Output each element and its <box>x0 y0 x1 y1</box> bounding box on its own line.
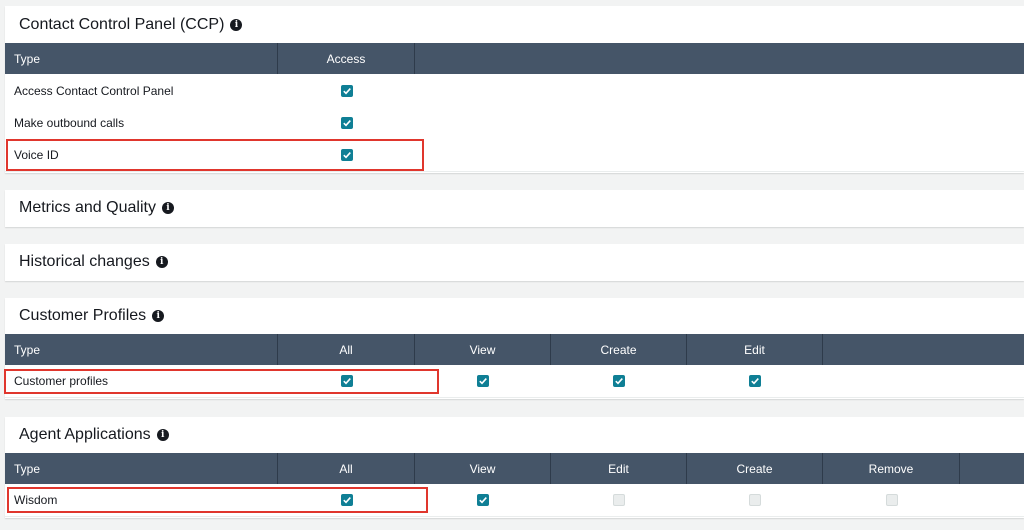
row-type-label: Customer profiles <box>14 374 109 388</box>
row-type-label: Make outbound calls <box>14 116 125 130</box>
access-cell <box>278 107 415 139</box>
create-checkbox[interactable] <box>613 375 625 387</box>
access-checkbox[interactable] <box>340 117 353 129</box>
ccp-title-text: Contact Control Panel (CCP) <box>19 16 225 33</box>
ccp-table-header: Type Access <box>5 43 1024 74</box>
agent-applications-panel: Agent Applications i Type All View Edit … <box>5 417 1024 518</box>
historical-title: Historical changes i <box>19 253 168 271</box>
col-header-view: View <box>415 453 551 484</box>
create-checkbox[interactable] <box>749 494 761 506</box>
table-row: Wisdom <box>5 484 1024 517</box>
col-header-edit: Edit <box>551 453 687 484</box>
col-header-type: Type <box>5 334 278 365</box>
all-cell <box>278 484 415 516</box>
metrics-title-text: Metrics and Quality <box>19 199 156 216</box>
ccp-title: Contact Control Panel (CCP) i <box>19 16 243 34</box>
info-icon[interactable]: i <box>155 256 168 268</box>
view-cell <box>415 484 551 516</box>
access-cell <box>278 75 415 107</box>
view-checkbox[interactable] <box>477 375 489 387</box>
col-header-type: Type <box>5 43 278 74</box>
remove-checkbox[interactable] <box>885 494 898 506</box>
info-icon[interactable]: i <box>152 310 165 322</box>
col-header-filler <box>823 334 1024 365</box>
col-header-all: All <box>278 453 415 484</box>
view-checkbox[interactable] <box>477 494 489 506</box>
all-checkbox[interactable] <box>340 494 353 506</box>
col-header-remove: Remove <box>823 453 960 484</box>
access-checkbox[interactable] <box>340 149 353 161</box>
customer-profiles-title-text: Customer Profiles <box>19 307 147 324</box>
create-cell <box>551 365 687 397</box>
table-row: Customer profiles <box>5 365 1024 398</box>
edit-cell <box>551 484 687 516</box>
row-type-label: Voice ID <box>14 148 59 162</box>
agent-applications-table-header: Type All View Edit Create Remove <box>5 453 1024 484</box>
col-header-edit: Edit <box>687 334 823 365</box>
access-checkbox[interactable] <box>340 85 353 97</box>
customer-profiles-title: Customer Profiles i <box>19 307 165 325</box>
all-cell <box>278 365 415 397</box>
info-icon[interactable]: i <box>156 429 169 441</box>
edit-checkbox[interactable] <box>749 375 761 387</box>
col-header-filler <box>960 453 1024 484</box>
agent-applications-title: Agent Applications i <box>19 426 169 444</box>
row-type-label: Access Contact Control Panel <box>14 84 174 98</box>
historical-panel: Historical changes i <box>5 244 1024 281</box>
customer-profiles-table-header: Type All View Create Edit <box>5 334 1024 365</box>
col-header-access: Access <box>278 43 415 74</box>
access-cell <box>278 139 415 171</box>
edit-checkbox[interactable] <box>613 494 625 506</box>
view-cell <box>415 365 551 397</box>
col-header-type: Type <box>5 453 278 484</box>
col-header-create: Create <box>687 453 823 484</box>
col-header-filler <box>415 43 1024 74</box>
metrics-title: Metrics and Quality i <box>19 199 174 217</box>
col-header-all: All <box>278 334 415 365</box>
edit-cell <box>687 365 823 397</box>
table-row: Voice ID <box>5 139 1024 172</box>
col-header-view: View <box>415 334 551 365</box>
ccp-panel: Contact Control Panel (CCP) i Type Acces… <box>5 6 1024 173</box>
metrics-panel: Metrics and Quality i <box>5 190 1024 227</box>
row-type-label: Wisdom <box>14 493 58 507</box>
remove-cell <box>823 484 960 516</box>
table-row: Make outbound calls <box>5 107 1024 140</box>
info-icon[interactable]: i <box>230 19 243 31</box>
agent-applications-title-text: Agent Applications <box>19 426 151 443</box>
table-row: Access Contact Control Panel <box>5 75 1024 108</box>
info-icon[interactable]: i <box>161 202 174 214</box>
customer-profiles-panel: Customer Profiles i Type All View Create… <box>5 298 1024 399</box>
all-checkbox[interactable] <box>340 375 353 387</box>
create-cell <box>687 484 823 516</box>
historical-title-text: Historical changes <box>19 253 150 270</box>
col-header-create: Create <box>551 334 687 365</box>
